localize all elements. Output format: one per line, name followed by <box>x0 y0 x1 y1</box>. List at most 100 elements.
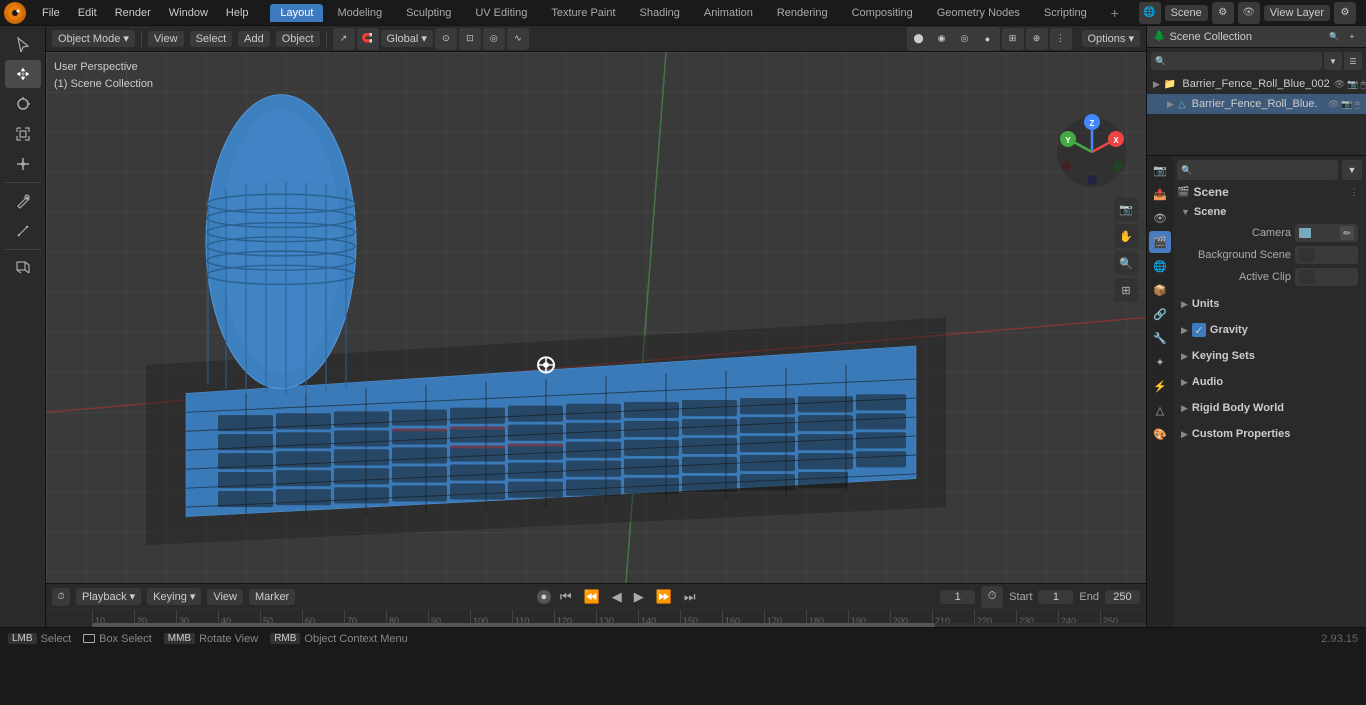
outliner-filter-icon[interactable]: 🔍 <box>1326 29 1342 45</box>
jump-start-button[interactable]: ⏮ <box>557 587 575 607</box>
outliner-new-icon[interactable]: + <box>1344 29 1360 45</box>
menu-help[interactable]: Help <box>218 5 257 21</box>
tab-uv-editing[interactable]: UV Editing <box>465 4 537 22</box>
gravity-checkbox[interactable]: ✓ <box>1192 323 1206 337</box>
tool-add-cube[interactable] <box>5 254 41 282</box>
outliner-sort-icon[interactable]: ▼ <box>1324 52 1342 70</box>
outliner-item-collection[interactable]: ▶ 📁 Barrier_Fence_Roll_Blue_002 👁 📷 🖱 <box>1147 74 1366 94</box>
select-icon[interactable]: ↗ <box>333 28 355 50</box>
play-button[interactable]: ▶ <box>631 587 647 607</box>
gizmo-icon[interactable]: ⊕ <box>1026 28 1048 50</box>
prop-icon-object[interactable]: 📦 <box>1149 279 1171 301</box>
viewport-zoom-icon[interactable]: 🔍 <box>1114 251 1138 275</box>
jump-end-button[interactable]: ⏭ <box>681 587 699 607</box>
scene-settings-icon[interactable]: ⚙ <box>1212 2 1234 24</box>
render-view-icon[interactable]: ◎ <box>954 28 976 50</box>
view-layer-icon[interactable]: 👁 <box>1238 2 1260 24</box>
keying-menu[interactable]: Keying▾ <box>147 588 201 605</box>
prop-icon-scene[interactable]: 🎬 <box>1149 231 1171 253</box>
tool-rotate[interactable] <box>5 90 41 118</box>
tool-scale[interactable] <box>5 120 41 148</box>
timeline-ruler[interactable]: 10 20 30 40 50 60 70 80 90 100 110 120 1… <box>46 609 1146 627</box>
3d-viewport[interactable]: User Perspective (1) Scene Collection Z … <box>46 52 1146 583</box>
units-section-header[interactable]: ▶ Units <box>1177 294 1362 314</box>
tab-sculpting[interactable]: Sculpting <box>396 4 461 22</box>
gravity-section-header[interactable]: ▶ ✓ Gravity <box>1177 320 1362 340</box>
tab-animation[interactable]: Animation <box>694 4 763 22</box>
select-menu[interactable]: Select <box>190 31 233 47</box>
tool-move[interactable] <box>5 60 41 88</box>
object-mode-select[interactable]: Object Mode ▾ <box>52 30 135 47</box>
rendered-view-icon[interactable]: ● <box>977 28 999 50</box>
prop-icon-material[interactable]: 🎨 <box>1149 423 1171 445</box>
bg-scene-icon[interactable] <box>1299 248 1315 262</box>
viewport-hand-icon[interactable]: ✋ <box>1114 224 1138 248</box>
reverse-play-button[interactable]: ◀ <box>609 587 625 607</box>
timeline-scrollbar-thumb[interactable] <box>92 623 935 627</box>
audio-section-header[interactable]: ▶ Audio <box>1177 372 1362 392</box>
active-clip-value[interactable] <box>1295 268 1358 286</box>
prop-icon-constraint[interactable]: 🔗 <box>1149 303 1171 325</box>
prop-icon-modifier[interactable]: 🔧 <box>1149 327 1171 349</box>
keying-sets-header[interactable]: ▶ Keying Sets <box>1177 346 1362 366</box>
prop-icon-render[interactable]: 📷 <box>1149 159 1171 181</box>
end-frame-input[interactable]: 250 <box>1105 590 1140 604</box>
timeline-type-icon[interactable]: ⏱ <box>52 588 70 606</box>
prev-frame-button[interactable]: ⏪ <box>581 587 603 607</box>
orientation-gizmo[interactable]: Z X Y <box>1052 112 1132 192</box>
outliner-item-mesh[interactable]: ▶ △ Barrier_Fence_Roll_Blue. 👁 📷 🖱 <box>1147 94 1366 114</box>
add-workspace-button[interactable]: + <box>1105 3 1125 23</box>
menu-edit[interactable]: Edit <box>70 5 105 21</box>
view-layer-settings-icon[interactable]: ⚙ <box>1334 2 1356 24</box>
tab-compositing[interactable]: Compositing <box>842 4 923 22</box>
view-layer-name[interactable]: View Layer <box>1264 5 1330 21</box>
viewport-grid-icon[interactable]: ⊞ <box>1114 278 1138 302</box>
select-enable-icon[interactable]: 🖱 <box>1360 79 1365 90</box>
prop-icon-view-layer[interactable]: 👁 <box>1149 207 1171 229</box>
graph-icon[interactable]: ∿ <box>507 28 529 50</box>
render-visibility-icon[interactable]: 📷 <box>1347 79 1358 90</box>
rigid-body-section-header[interactable]: ▶ Rigid Body World <box>1177 398 1362 418</box>
start-frame-input[interactable]: 1 <box>1038 590 1073 604</box>
pivot-icon[interactable]: ⊙ <box>435 28 457 50</box>
snapping-icon[interactable]: ⊡ <box>459 28 481 50</box>
transform-global[interactable]: Global▾ <box>381 30 433 47</box>
scene-options-icon[interactable]: ⋮ <box>1346 184 1362 200</box>
object-menu[interactable]: Object <box>276 31 320 47</box>
scene-icon[interactable]: 🌐 <box>1139 2 1161 24</box>
visibility-icon[interactable]: 👁 <box>1334 79 1345 90</box>
prop-icon-world[interactable]: 🌐 <box>1149 255 1171 277</box>
tab-shading[interactable]: Shading <box>630 4 690 22</box>
camera-edit-icon[interactable]: ✏ <box>1340 226 1354 240</box>
custom-props-header[interactable]: ▶ Custom Properties <box>1177 424 1362 444</box>
next-frame-button[interactable]: ⏩ <box>653 587 675 607</box>
menu-file[interactable]: File <box>34 5 68 21</box>
current-frame-display[interactable]: 1 <box>940 590 975 604</box>
view-menu[interactable]: View <box>148 31 184 47</box>
outliner-filter2-icon[interactable]: ☰ <box>1344 52 1362 70</box>
active-clip-icon[interactable] <box>1299 270 1315 284</box>
add-menu[interactable]: Add <box>238 31 270 47</box>
playback-menu[interactable]: Playback▾ <box>76 588 141 605</box>
viewport-camera-icon[interactable]: 📷 <box>1114 197 1138 221</box>
snap-icon[interactable]: 🧲 <box>357 28 379 50</box>
viewport-options-icon[interactable]: ⋮ <box>1050 28 1072 50</box>
prop-search-input[interactable]: 🔍 <box>1177 160 1338 180</box>
options-button[interactable]: Options ▾ <box>1082 30 1141 47</box>
frame-clock-icon[interactable]: ⏱ <box>981 586 1003 608</box>
marker-menu[interactable]: Marker <box>249 589 295 605</box>
tab-rendering[interactable]: Rendering <box>767 4 838 22</box>
outliner-search[interactable]: 🔍 <box>1151 52 1322 70</box>
prop-filter-icon[interactable]: ▼ <box>1342 160 1362 180</box>
mesh-select-icon[interactable]: 🖱 <box>1355 99 1360 110</box>
tool-measure[interactable] <box>5 217 41 245</box>
tool-transform[interactable] <box>5 150 41 178</box>
material-view-icon[interactable]: ◉ <box>931 28 953 50</box>
view-menu-timeline[interactable]: View <box>207 589 243 605</box>
prop-icon-physics[interactable]: ⚡ <box>1149 375 1171 397</box>
mesh-visibility-icon[interactable]: 👁 <box>1328 99 1339 110</box>
tool-annotate[interactable] <box>5 187 41 215</box>
solid-view-icon[interactable]: ⬤ <box>908 28 930 50</box>
tab-modeling[interactable]: Modeling <box>327 4 392 22</box>
menu-render[interactable]: Render <box>107 5 159 21</box>
